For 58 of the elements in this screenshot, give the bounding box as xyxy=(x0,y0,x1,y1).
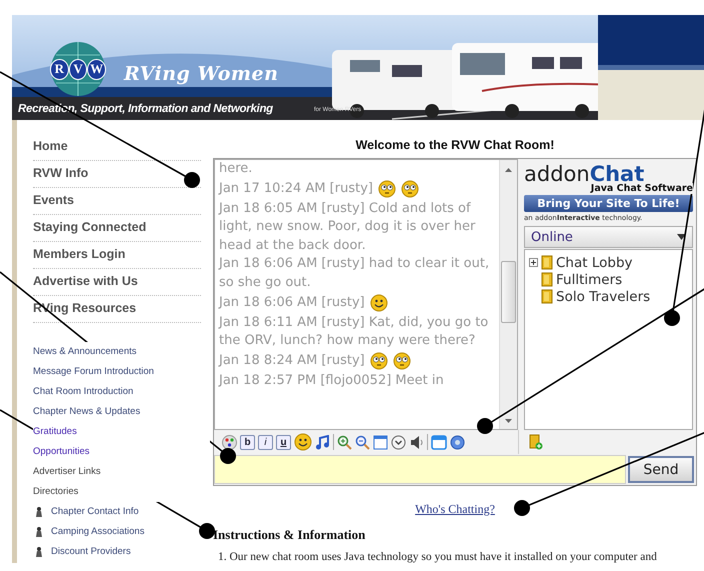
format-button[interactable]: u xyxy=(276,434,291,450)
whos-chatting-link[interactable]: Who's Chatting? xyxy=(415,502,495,516)
zoom-out-icon[interactable] xyxy=(355,434,370,450)
message-input[interactable] xyxy=(214,455,626,484)
chat-message: Jan 18 6:05 AM [rusty] Cold and lots of light, new snow. Poor, dog it is over her head at the back door. xyxy=(219,200,476,255)
scrollbar[interactable] xyxy=(499,160,517,429)
smiley-icon xyxy=(392,352,411,370)
chat-message: Jan 17 10:24 AM [rusty] xyxy=(219,180,373,198)
chat-message: Jan 18 6:06 AM [rusty] had to clear it out, so she go out. xyxy=(219,255,490,292)
nav-item[interactable]: Home xyxy=(33,134,201,161)
expander-icon[interactable] xyxy=(529,258,538,267)
smiley-icon xyxy=(294,433,312,451)
window-icon[interactable] xyxy=(431,434,447,450)
page-title: Welcome to the RVW Chat Room! xyxy=(354,137,556,154)
nav-item[interactable]: Staying Connected xyxy=(33,215,201,242)
zoom-in-icon[interactable] xyxy=(337,434,352,450)
door-icon xyxy=(541,289,553,304)
speaker-icon[interactable] xyxy=(409,434,424,450)
person-icon xyxy=(35,527,43,537)
smiley-icon xyxy=(370,294,388,312)
person-icon xyxy=(35,507,43,517)
door-add-icon[interactable] xyxy=(529,434,543,450)
room-item[interactable]: Chat Lobby xyxy=(556,254,633,270)
music-note-icon[interactable] xyxy=(315,434,330,450)
format-button[interactable]: i xyxy=(258,434,273,450)
send-button[interactable]: Send xyxy=(628,456,694,483)
nav-item[interactable]: Events xyxy=(33,188,201,215)
chat-message: Jan 18 2:57 PM [flojo0052] Meet in xyxy=(219,372,445,390)
promo-banner[interactable]: Bring Your Site To Life! xyxy=(524,195,693,212)
palette-icon[interactable] xyxy=(222,434,237,450)
chat-message: here. xyxy=(219,160,254,178)
smiley-icon xyxy=(378,180,396,198)
chat-message: Jan 18 8:24 AM [rusty] xyxy=(219,352,365,370)
site-name: RVing Women xyxy=(124,63,278,85)
scroll-thumb[interactable] xyxy=(501,261,516,323)
sidebar-link[interactable]: Opportunities xyxy=(33,442,210,462)
sidebar-link[interactable]: Gratitudes xyxy=(33,422,210,442)
window-icon[interactable] xyxy=(373,434,388,450)
format-button[interactable]: b xyxy=(240,434,255,450)
caret-icon xyxy=(677,234,686,240)
room-item[interactable]: Fulltimers xyxy=(556,272,622,288)
door-icon xyxy=(541,255,553,270)
nav-item[interactable]: Members Login xyxy=(33,242,201,269)
tagline: Recreation, Support, Information and Networking xyxy=(18,103,273,115)
door-icon xyxy=(541,272,553,287)
scroll-down-icon[interactable] xyxy=(504,416,513,425)
section-heading: Instructions & Information xyxy=(213,527,366,543)
smiley-icon xyxy=(370,352,388,370)
scroll-up-icon[interactable] xyxy=(504,166,513,175)
chat-message: Jan 18 6:11 AM [rusty] Kat, did, you go to the ORV, lunch? how many were there? xyxy=(219,314,490,350)
nav-item[interactable]: Advertise with Us xyxy=(33,269,201,296)
smiley-icon xyxy=(400,180,419,198)
room-item[interactable]: Solo Travelers xyxy=(556,288,650,304)
chat-message: Jan 18 6:06 AM [rusty] xyxy=(219,294,365,312)
chevron-circle-icon[interactable] xyxy=(391,434,406,450)
instruction-text: 1. Our new chat room uses Java technology so you must have it installed on your computer and xyxy=(218,551,658,563)
person-icon xyxy=(35,547,43,557)
room-filter-dropdown[interactable]: Online xyxy=(524,226,693,248)
